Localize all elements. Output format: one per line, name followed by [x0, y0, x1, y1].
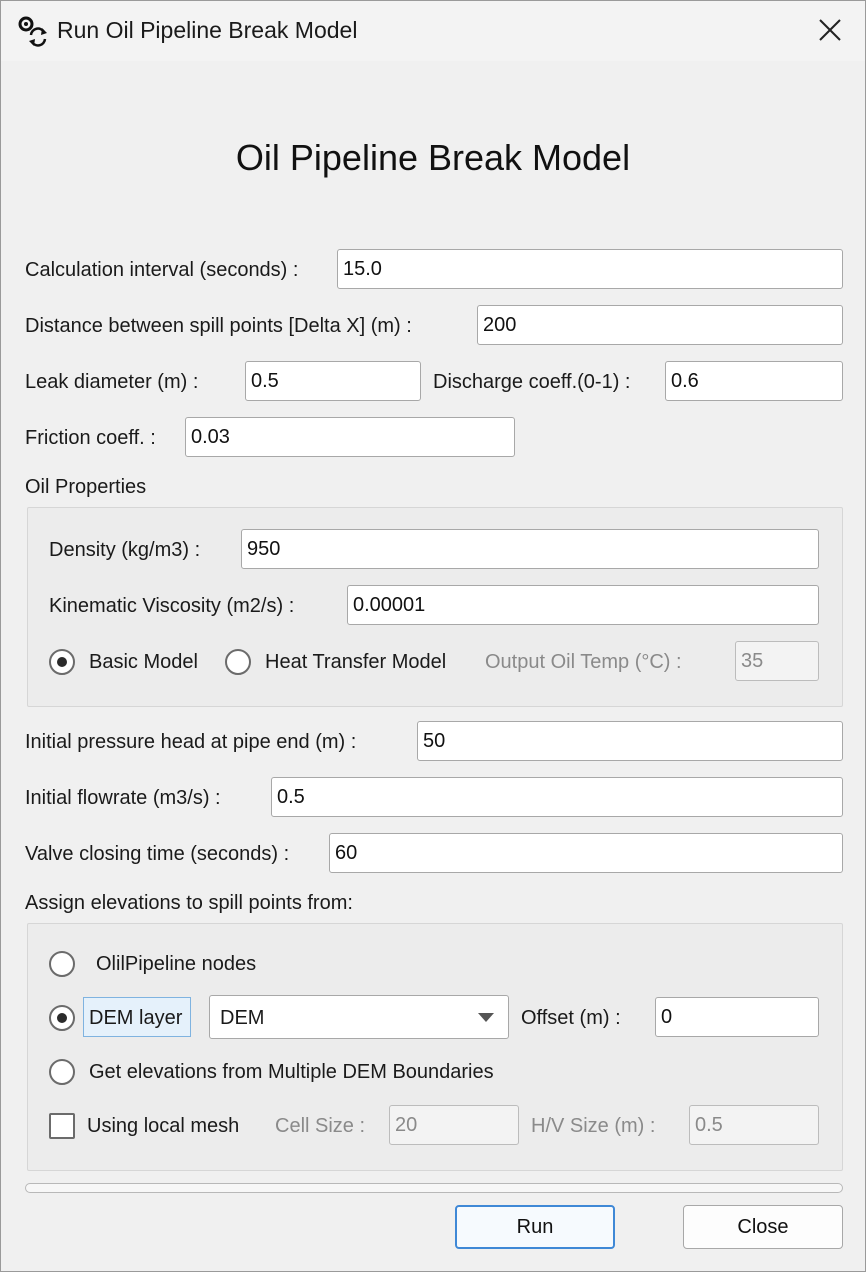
calc-interval-input[interactable] [337, 249, 843, 289]
discharge-coeff-label: Discharge coeff.(0-1) : [433, 371, 631, 393]
run-button[interactable]: Run [455, 1205, 615, 1249]
heat-transfer-model-radio[interactable] [225, 649, 251, 675]
multiple-dem-radio[interactable] [49, 1059, 75, 1085]
output-oil-temp-label: Output Oil Temp (°C) : [485, 651, 682, 673]
title-bar: Run Oil Pipeline Break Model [1, 1, 865, 61]
valve-closing-input[interactable] [329, 833, 843, 873]
dem-layer-label: DEM layer [89, 1007, 183, 1029]
viscosity-input[interactable] [347, 585, 819, 625]
multiple-dem-label: Get elevations from Multiple DEM Boundar… [89, 1061, 494, 1083]
elevations-title: Assign elevations to spill points from: [25, 892, 353, 914]
flowrate-label: Initial flowrate (m3/s) : [25, 787, 221, 809]
oil-properties-title: Oil Properties [25, 476, 147, 498]
local-mesh-label: Using local mesh [87, 1115, 240, 1137]
leak-diameter-input[interactable] [245, 361, 421, 401]
cell-size-label: Cell Size : [275, 1115, 366, 1137]
discharge-coeff-input[interactable] [665, 361, 843, 401]
delta-x-input[interactable] [477, 305, 843, 345]
heat-transfer-model-label: Heat Transfer Model [265, 651, 447, 673]
leak-diameter-label: Leak diameter (m) : [25, 371, 199, 393]
valve-closing-label: Valve closing time (seconds) : [25, 843, 290, 865]
app-icon [18, 16, 47, 47]
hv-size-input[interactable] [689, 1105, 819, 1145]
local-mesh-checkbox[interactable] [49, 1113, 75, 1139]
close-button[interactable]: Close [683, 1205, 843, 1249]
output-oil-temp-input[interactable] [735, 641, 819, 681]
friction-coeff-label: Friction coeff. : [25, 427, 156, 449]
friction-coeff-input[interactable] [185, 417, 515, 457]
density-input[interactable] [241, 529, 819, 569]
calc-interval-label: Calculation interval (seconds) : [25, 259, 299, 281]
dem-layer-radio[interactable] [49, 1005, 75, 1031]
chevron-down-icon [478, 1013, 494, 1022]
flowrate-input[interactable] [271, 777, 843, 817]
dialog-heading: Oil Pipeline Break Model [235, 137, 631, 178]
pressure-head-input[interactable] [417, 721, 843, 761]
dem-layer-select-value: DEM [220, 1007, 265, 1029]
pressure-head-label: Initial pressure head at pipe end (m) : [25, 731, 357, 753]
basic-model-label: Basic Model [89, 651, 198, 673]
dem-layer-select[interactable]: DEM [209, 995, 509, 1039]
window-title: Run Oil Pipeline Break Model [57, 17, 358, 43]
offset-label: Offset (m) : [521, 1007, 621, 1029]
progress-bar [25, 1183, 843, 1193]
hv-size-label: H/V Size (m) : [531, 1115, 656, 1137]
delta-x-label: Distance between spill points [Delta X] … [25, 315, 412, 337]
viscosity-label: Kinematic Viscosity (m2/s) : [49, 595, 295, 617]
close-icon[interactable] [815, 15, 845, 45]
offset-input[interactable] [655, 997, 819, 1037]
basic-model-radio[interactable] [49, 649, 75, 675]
dialog-window: Run Oil Pipeline Break Model Oil Pipelin… [0, 0, 866, 1272]
cell-size-input[interactable] [389, 1105, 519, 1145]
pipeline-nodes-radio[interactable] [49, 951, 75, 977]
density-label: Density (kg/m3) : [49, 539, 201, 561]
pipeline-nodes-label: OlilPipeline nodes [96, 953, 257, 975]
